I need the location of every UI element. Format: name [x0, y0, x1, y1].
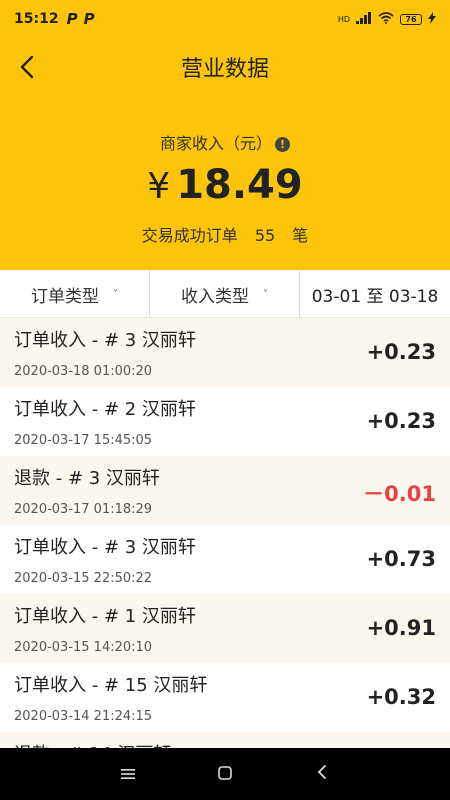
income-label: 商家收入（元）!	[0, 130, 450, 154]
income-type-dropdown[interactable]: 收入类型 ˅	[150, 270, 300, 318]
transaction-amount: +0.91	[366, 616, 436, 640]
transaction-amount: +0.32	[366, 685, 436, 709]
signal-icon	[356, 11, 372, 27]
list-item[interactable]: 退款 - # 14 汉丽轩	[0, 732, 450, 748]
transaction-name: 订单收入 - # 3 汉丽轩	[14, 537, 196, 558]
charging-icon	[428, 11, 436, 27]
transaction-list: 订单收入 - # 3 汉丽轩 2020-03-18 01:00:20 +0.23…	[0, 318, 450, 748]
page-title: 营业数据	[180, 57, 269, 82]
list-item[interactable]: 订单收入 - # 3 汉丽轩 2020-03-15 22:50:22 +0.73	[0, 525, 450, 594]
amount-value: 18.49	[176, 162, 303, 208]
orders-summary: 交易成功订单 55 笔	[0, 222, 450, 246]
filter-bar: 订单类型 ˅ 收入类型 ˅ 03-01 至 03-18	[0, 270, 450, 318]
status-time: 15:12	[14, 11, 59, 27]
chevron-left-icon	[20, 55, 34, 79]
order-type-dropdown[interactable]: 订单类型 ˅	[0, 270, 150, 318]
transaction-date: 2020-03-17 01:18:29	[14, 502, 153, 517]
home-button[interactable]	[205, 764, 245, 785]
list-item[interactable]: 退款 - # 3 汉丽轩 2020-03-17 01:18:29 －0.01	[0, 456, 450, 525]
transaction-amount: +0.23	[366, 409, 436, 433]
chevron-down-icon: ˅	[113, 288, 118, 300]
menu-button[interactable]	[108, 764, 148, 785]
transaction-amount: +0.23	[366, 340, 436, 364]
system-nav-bar	[0, 748, 450, 800]
battery-icon: 76	[400, 13, 422, 25]
income-amount: ¥18.49	[0, 162, 450, 208]
transaction-date: 2020-03-18 01:00:20	[14, 364, 153, 379]
transaction-date: 2020-03-14 21:24:15	[14, 709, 153, 724]
list-item[interactable]: 订单收入 - # 3 汉丽轩 2020-03-18 01:00:20 +0.23	[0, 318, 450, 387]
notification-p-icon: P	[83, 10, 95, 28]
signal-hd-label: HD	[337, 14, 350, 24]
orders-count: 55	[254, 226, 276, 245]
currency-symbol: ¥	[147, 166, 171, 207]
orders-label: 交易成功订单	[141, 226, 238, 245]
nav-bar: 营业数据	[0, 44, 450, 90]
income-label-text: 商家收入（元）	[159, 134, 272, 153]
transaction-name: 退款 - # 14 汉丽轩	[14, 740, 171, 748]
wifi-icon	[378, 11, 394, 27]
transaction-date: 2020-03-15 22:50:22	[14, 571, 153, 586]
transaction-date: 2020-03-15 14:20:10	[14, 640, 153, 655]
chevron-down-icon: ˅	[263, 288, 268, 300]
list-item[interactable]: 订单收入 - # 1 汉丽轩 2020-03-15 14:20:10 +0.91	[0, 594, 450, 663]
menu-icon	[121, 768, 136, 779]
orders-unit: 笔	[292, 226, 309, 245]
back-triangle-icon	[317, 764, 326, 779]
order-type-label: 订单类型	[31, 286, 99, 307]
system-back-button[interactable]	[302, 764, 342, 785]
transaction-name: 订单收入 - # 2 汉丽轩	[14, 399, 196, 420]
transaction-date: 2020-03-17 15:45:05	[14, 433, 153, 448]
date-range-picker[interactable]: 03-01 至 03-18	[300, 270, 450, 318]
date-range-label: 03-01 至 03-18	[311, 286, 439, 307]
transaction-name: 退款 - # 3 汉丽轩	[14, 468, 160, 489]
transaction-amount: －0.01	[363, 482, 436, 506]
list-item[interactable]: 订单收入 - # 2 汉丽轩 2020-03-17 15:45:05 +0.23	[0, 387, 450, 456]
transaction-name: 订单收入 - # 1 汉丽轩	[14, 606, 196, 627]
status-bar: 15:12 P P HD 76	[0, 0, 450, 38]
transaction-name: 订单收入 - # 3 汉丽轩	[14, 330, 196, 351]
home-square-icon	[218, 765, 232, 780]
back-button[interactable]	[10, 50, 44, 84]
battery-level: 76	[405, 14, 417, 24]
info-icon[interactable]: !	[275, 137, 290, 152]
list-item[interactable]: 订单收入 - # 15 汉丽轩 2020-03-14 21:24:15 +0.3…	[0, 663, 450, 732]
income-type-label: 收入类型	[181, 286, 249, 307]
notification-p-icon: P	[66, 10, 78, 28]
transaction-amount: +0.73	[366, 547, 436, 571]
transaction-name: 订单收入 - # 15 汉丽轩	[14, 675, 208, 696]
